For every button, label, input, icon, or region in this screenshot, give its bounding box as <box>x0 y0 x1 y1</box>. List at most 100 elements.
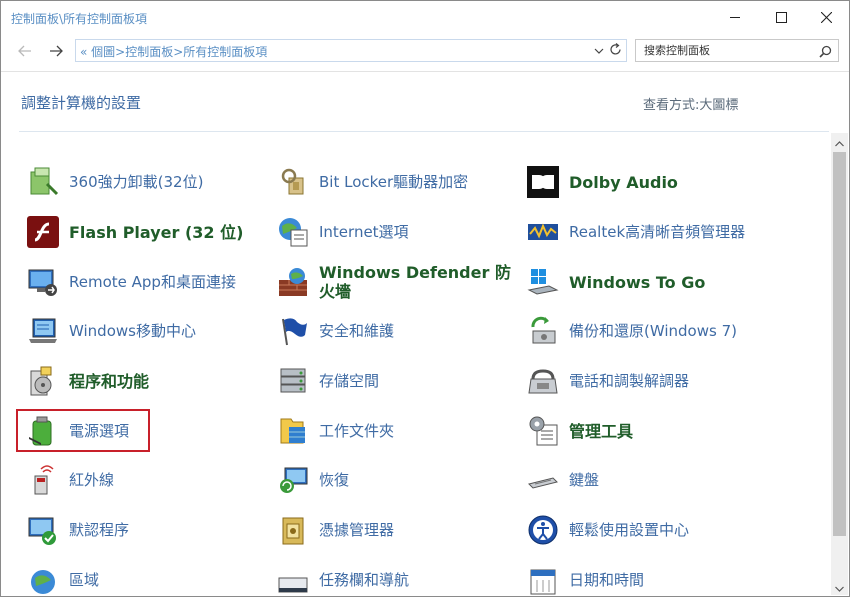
navigation-bar: « 個圖>控制面板>所有控制面板項 <box>1 37 849 65</box>
item-backup-restore[interactable]: 備份和還原(Windows 7) <box>525 308 765 354</box>
windows-to-go-icon <box>525 264 561 300</box>
item-programs-features[interactable]: 程序和功能 <box>25 358 265 404</box>
item-label: Dolby Audio <box>569 172 678 192</box>
infrared-icon <box>25 462 61 498</box>
item-label: 工作文件夾 <box>319 421 395 440</box>
admin-tools-icon <box>525 413 561 449</box>
bitlocker-key-icon <box>275 164 311 200</box>
search-input[interactable] <box>644 42 804 58</box>
item-label: 鍵盤 <box>569 470 600 489</box>
scrollbar-thumb[interactable] <box>833 152 846 536</box>
item-label: Internet選項 <box>319 222 409 241</box>
control-panel-items: 360強力卸載(32位) Bit Locker驅動器加密 Dolby Audio… <box>19 157 829 596</box>
item-realtek-audio[interactable]: Realtek高清晰音頻管理器 <box>525 209 765 255</box>
date-time-icon <box>525 562 561 596</box>
view-by-label: 查看方式: <box>643 98 700 113</box>
taskbar-icon <box>275 562 311 596</box>
realtek-audio-icon <box>525 214 561 250</box>
close-button[interactable] <box>803 1 849 33</box>
search-icon[interactable] <box>819 43 832 62</box>
minimize-icon <box>729 12 741 23</box>
internet-options-icon <box>275 214 311 250</box>
item-label: 輕鬆使用設置中心 <box>569 520 690 539</box>
window-title: 控制面板\所有控制面板項 <box>11 12 148 26</box>
phone-modem-icon <box>525 363 561 399</box>
item-ease-of-access[interactable]: 輕鬆使用設置中心 <box>525 507 765 553</box>
highlight-box <box>16 409 150 452</box>
view-by: 查看方式:大圖標 <box>643 94 738 113</box>
item-remote-app[interactable]: Remote App和桌面連接 <box>25 259 265 305</box>
item-label: Remote App和桌面連接 <box>69 272 236 291</box>
maximize-button[interactable] <box>758 1 804 33</box>
divider <box>1 71 849 72</box>
item-label: 區域 <box>69 570 100 589</box>
item-phone-modem[interactable]: 電話和調製解調器 <box>525 358 765 404</box>
credential-manager-icon <box>275 512 311 548</box>
address-bar[interactable]: « 個圖>控制面板>所有控制面板項 <box>75 39 627 62</box>
control-panel-window: 控制面板\所有控制面板項 « 個圖>控制面板>所有控制面板項 搜索控制面板 調整… <box>0 0 850 597</box>
flash-icon <box>25 214 61 250</box>
forward-button[interactable] <box>44 40 68 62</box>
item-date-time[interactable]: 日期和時間 <box>525 557 765 596</box>
item-windows-defender-firewall[interactable]: Windows Defender 防火墻 <box>275 259 515 305</box>
work-folders-icon <box>275 413 311 449</box>
item-360-uninstall[interactable]: 360強力卸載(32位) <box>25 159 265 205</box>
region-icon <box>25 562 61 596</box>
item-flash-player[interactable]: Flash Player (32 位) <box>25 209 265 255</box>
item-work-folders[interactable]: 工作文件夾 <box>275 408 515 454</box>
backup-icon <box>525 313 561 349</box>
item-label: 憑據管理器 <box>319 520 395 539</box>
breadcrumb: « 個圖>控制面板>所有控制面板項 <box>80 45 268 59</box>
item-label: 日期和時間 <box>569 570 645 589</box>
item-label: Flash Player (32 位) <box>69 222 244 242</box>
back-button[interactable] <box>13 40 37 62</box>
view-by-dropdown[interactable]: 大圖標 <box>699 98 738 113</box>
item-bitlocker[interactable]: Bit Locker驅動器加密 <box>275 159 515 205</box>
item-storage-spaces[interactable]: 存儲空間 <box>275 358 515 404</box>
item-keyboard[interactable]: 鍵盤 <box>525 457 765 503</box>
item-admin-tools[interactable]: 管理工具 <box>525 408 765 454</box>
programs-icon <box>25 363 61 399</box>
search-box[interactable] <box>635 39 839 62</box>
vertical-scrollbar[interactable] <box>831 133 848 595</box>
item-windows-to-go[interactable]: Windows To Go <box>525 259 765 305</box>
maximize-icon <box>775 11 787 23</box>
header-divider <box>19 131 829 132</box>
security-flag-icon <box>275 313 311 349</box>
item-internet-options[interactable]: Internet選項 <box>275 209 515 255</box>
item-label: 紅外線 <box>69 470 115 489</box>
item-taskbar-navigation[interactable]: 任務欄和導航 <box>275 557 515 596</box>
item-mobility-center[interactable]: Windows移動中心 <box>25 308 265 354</box>
item-credential-manager[interactable]: 憑據管理器 <box>275 507 515 553</box>
scroll-up-button[interactable] <box>831 133 848 150</box>
default-programs-icon <box>25 512 61 548</box>
item-dolby-audio[interactable]: Dolby Audio <box>525 159 765 205</box>
item-label: Windows移動中心 <box>69 321 196 340</box>
uninstall-icon <box>25 164 61 200</box>
arrow-left-icon <box>18 42 32 61</box>
item-label: 默認程序 <box>69 520 130 539</box>
item-infrared[interactable]: 紅外線 <box>25 457 265 503</box>
mobility-center-icon <box>25 313 61 349</box>
item-default-programs[interactable]: 默認程序 <box>25 507 265 553</box>
item-label: 程序和功能 <box>69 371 150 391</box>
item-label: Bit Locker驅動器加密 <box>319 172 469 191</box>
scroll-down-button[interactable] <box>831 578 848 595</box>
refresh-icon[interactable] <box>609 42 623 61</box>
chevron-down-icon[interactable] <box>594 43 604 62</box>
chevron-up-icon <box>835 132 844 151</box>
item-label: 電話和調製解調器 <box>569 371 690 390</box>
dolby-icon <box>525 164 561 200</box>
item-label: 管理工具 <box>569 421 634 441</box>
remote-app-icon <box>25 264 61 300</box>
item-label: 恢復 <box>319 470 350 489</box>
chevron-down-icon <box>835 577 844 596</box>
item-label: Realtek高清晰音頻管理器 <box>569 222 746 241</box>
page-title: 調整計算機的設置 <box>21 94 142 112</box>
item-recovery[interactable]: 恢復 <box>275 457 515 503</box>
item-security-maintenance[interactable]: 安全和維護 <box>275 308 515 354</box>
minimize-button[interactable] <box>712 1 758 33</box>
item-label: 存儲空間 <box>319 371 380 390</box>
firewall-icon <box>275 264 311 300</box>
item-region[interactable]: 區域 <box>25 557 265 596</box>
